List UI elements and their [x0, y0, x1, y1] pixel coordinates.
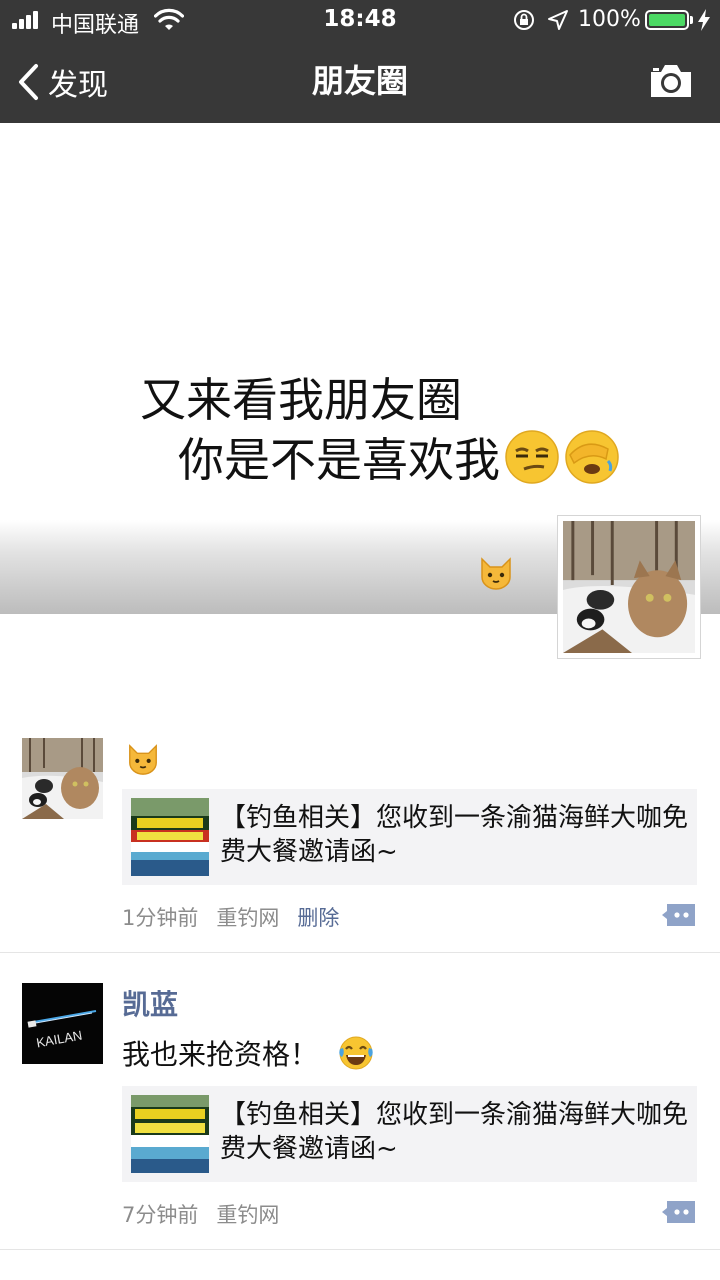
post-meta: 7分钟前 重钓网 — [122, 1199, 279, 1229]
link-thumbnail — [131, 798, 209, 876]
post-time: 1分钟前 — [122, 906, 199, 930]
post-source[interactable]: 重钓网 — [216, 902, 279, 932]
post-meta: 1分钟前 重钓网 删除 — [122, 902, 339, 932]
battery-percent: 100% — [578, 7, 641, 32]
link-title: 【钓鱼相关】您收到一条渝猫海鲜大咖免费大餐邀请函~ — [220, 803, 689, 867]
cover-text-line1: 又来看我朋友圈 — [140, 373, 462, 427]
cat-face-icon — [481, 557, 511, 590]
battery-tip — [690, 16, 693, 24]
post-avatar[interactable]: KAILAN — [22, 983, 103, 1064]
location-arrow-icon — [548, 10, 568, 30]
divider — [0, 1249, 720, 1250]
facepalm-face-icon — [565, 430, 619, 484]
post-time: 7分钟前 — [122, 1203, 199, 1227]
link-card[interactable]: 【钓鱼相关】您收到一条渝猫海鲜大咖免费大餐邀请函~ — [122, 1086, 697, 1182]
link-card[interactable]: 【钓鱼相关】您收到一条渝猫海鲜大咖免费大餐邀请函~ — [122, 789, 697, 885]
post-author[interactable]: 凯蓝 — [122, 983, 178, 1023]
link-title: 【钓鱼相关】您收到一条渝猫海鲜大咖免费大餐邀请函~ — [220, 1100, 689, 1164]
my-avatar[interactable] — [557, 515, 701, 659]
rotation-lock-icon — [514, 10, 534, 30]
kailan-logo: KAILAN — [22, 983, 103, 1064]
nav-bar: 发现 朋友圈 — [0, 40, 720, 123]
cover-text-line2-row: 你是不是喜欢我 — [178, 424, 620, 490]
moment-post: 【钓鱼相关】您收到一条渝猫海鲜大咖免费大餐邀请函~ 1分钟前 重钓网 删除 — [0, 738, 720, 952]
cat-selfie-photo — [22, 738, 103, 819]
battery-icon — [645, 10, 689, 30]
post-text: 我也来抢资格！ — [122, 1038, 319, 1071]
comment-more-icon[interactable] — [661, 1199, 697, 1225]
smirk-face-icon — [505, 430, 559, 484]
post-text-row: 我也来抢资格！ — [122, 1033, 374, 1073]
link-thumbnail — [131, 1095, 209, 1173]
cat-selfie-photo — [563, 521, 695, 653]
delete-link[interactable]: 删除 — [297, 902, 339, 932]
post-source[interactable]: 重钓网 — [216, 1199, 279, 1229]
status-bar: 中国联通 18:48 100% — [0, 0, 720, 40]
tears-of-joy-icon — [339, 1036, 373, 1070]
post-avatar[interactable] — [22, 738, 103, 819]
moment-post: KAILAN 凯蓝 我也来抢资格！ 【钓鱼相关】您收到一条渝猫海鲜大咖免费大餐邀… — [0, 983, 720, 1250]
cat-face-icon — [129, 744, 157, 775]
divider — [0, 952, 720, 953]
camera-icon[interactable] — [648, 62, 694, 100]
page-title: 朋友圈 — [311, 62, 408, 100]
charging-bolt-icon — [698, 9, 710, 31]
cover-text-line2: 你是不是喜欢我 — [178, 433, 500, 487]
comment-more-icon[interactable] — [661, 902, 697, 928]
